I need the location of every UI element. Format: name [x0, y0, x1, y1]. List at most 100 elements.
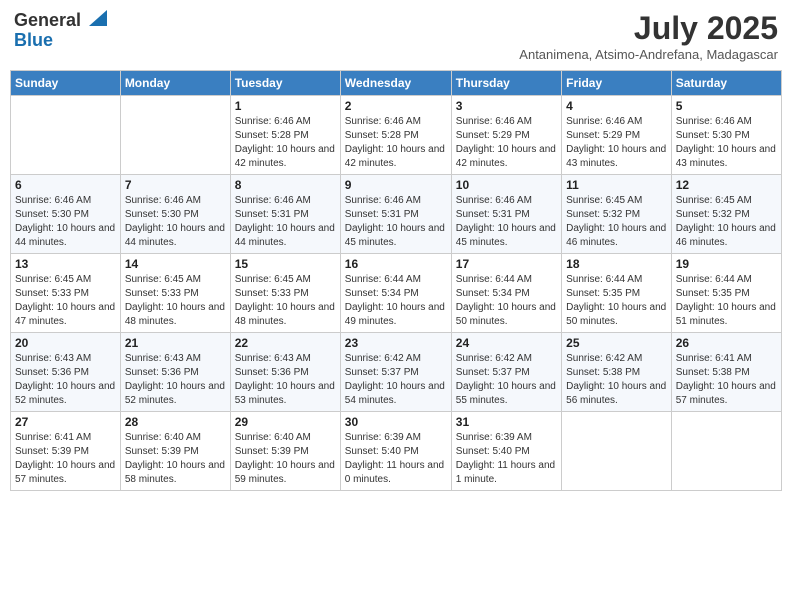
day-number: 26 — [676, 336, 777, 350]
day-info: Sunrise: 6:45 AMSunset: 5:32 PMDaylight:… — [566, 194, 667, 250]
calendar-cell: 25 Sunrise: 6:42 AMSunset: 5:38 PMDayligh… — [562, 333, 672, 412]
calendar-cell: 11 Sunrise: 6:45 AMSunset: 5:32 PMDayligh… — [562, 175, 672, 254]
calendar-cell — [120, 96, 230, 175]
calendar-header-sunday: Sunday — [11, 71, 121, 96]
calendar-header-saturday: Saturday — [671, 71, 781, 96]
day-number: 11 — [566, 178, 667, 192]
day-number: 23 — [345, 336, 447, 350]
day-info: Sunrise: 6:40 AMSunset: 5:39 PMDaylight:… — [235, 431, 336, 487]
day-number: 25 — [566, 336, 667, 350]
day-info: Sunrise: 6:39 AMSunset: 5:40 PMDaylight:… — [456, 431, 557, 487]
calendar-week-row: 1 Sunrise: 6:46 AMSunset: 5:28 PMDaylight… — [11, 96, 782, 175]
calendar-header-monday: Monday — [120, 71, 230, 96]
day-number: 19 — [676, 257, 777, 271]
logo-general: General — [14, 10, 81, 30]
calendar-cell: 14 Sunrise: 6:45 AMSunset: 5:33 PMDayligh… — [120, 254, 230, 333]
title-block: July 2025 Antanimena, Atsimo-Andrefana, … — [519, 10, 778, 62]
logo-blue: Blue — [14, 30, 53, 50]
calendar-header-tuesday: Tuesday — [230, 71, 340, 96]
day-number: 9 — [345, 178, 447, 192]
day-number: 13 — [15, 257, 116, 271]
calendar-cell: 16Sunrise: 6:44 AMSunset: 5:34 PMDayligh… — [340, 254, 451, 333]
day-number: 3 — [456, 99, 557, 113]
day-number: 5 — [676, 99, 777, 113]
calendar-cell: 28Sunrise: 6:40 AMSunset: 5:39 PMDayligh… — [120, 412, 230, 491]
calendar-week-row: 6 Sunrise: 6:46 AMSunset: 5:30 PMDaylight… — [11, 175, 782, 254]
day-number: 24 — [456, 336, 557, 350]
day-number: 8 — [235, 178, 336, 192]
calendar-cell: 24Sunrise: 6:42 AMSunset: 5:37 PMDayligh… — [451, 333, 561, 412]
day-number: 4 — [566, 99, 667, 113]
calendar-cell: 19 Sunrise: 6:44 AMSunset: 5:35 PMDayligh… — [671, 254, 781, 333]
day-number: 22 — [235, 336, 336, 350]
calendar-cell: 23 Sunrise: 6:42 AMSunset: 5:37 PMDayligh… — [340, 333, 451, 412]
day-info: Sunrise: 6:45 AMSunset: 5:33 PMDaylight:… — [15, 273, 116, 329]
calendar-cell: 21 Sunrise: 6:43 AMSunset: 5:36 PMDayligh… — [120, 333, 230, 412]
day-info: Sunrise: 6:42 AMSunset: 5:38 PMDaylight:… — [566, 352, 667, 408]
calendar-cell: 29 Sunrise: 6:40 AMSunset: 5:39 PMDayligh… — [230, 412, 340, 491]
calendar-cell: 17 Sunrise: 6:44 AMSunset: 5:34 PMDayligh… — [451, 254, 561, 333]
day-info: Sunrise: 6:42 AMSunset: 5:37 PMDaylight:… — [345, 352, 447, 408]
calendar-table: SundayMondayTuesdayWednesdayThursdayFrid… — [10, 70, 782, 491]
calendar-cell — [671, 412, 781, 491]
day-info: Sunrise: 6:44 AMSunset: 5:35 PMDaylight:… — [566, 273, 667, 329]
day-info: Sunrise: 6:46 AMSunset: 5:29 PMDaylight:… — [566, 115, 667, 171]
day-number: 7 — [125, 178, 226, 192]
day-info: Sunrise: 6:45 AMSunset: 5:33 PMDaylight:… — [125, 273, 226, 329]
logo: General Blue — [14, 10, 107, 51]
calendar-cell: 22 Sunrise: 6:43 AMSunset: 5:36 PMDayligh… — [230, 333, 340, 412]
day-number: 14 — [125, 257, 226, 271]
day-number: 15 — [235, 257, 336, 271]
day-info: Sunrise: 6:40 AMSunset: 5:39 PMDaylight:… — [125, 431, 226, 487]
calendar-cell: 26 Sunrise: 6:41 AMSunset: 5:38 PMDayligh… — [671, 333, 781, 412]
day-info: Sunrise: 6:46 AMSunset: 5:30 PMDaylight:… — [676, 115, 777, 171]
day-number: 29 — [235, 415, 336, 429]
calendar-cell: 3Sunrise: 6:46 AMSunset: 5:29 PMDaylight… — [451, 96, 561, 175]
calendar-cell: 20 Sunrise: 6:43 AMSunset: 5:36 PMDayligh… — [11, 333, 121, 412]
day-number: 12 — [676, 178, 777, 192]
calendar-cell: 2Sunrise: 6:46 AMSunset: 5:28 PMDaylight… — [340, 96, 451, 175]
logo-triangle-icon — [89, 10, 107, 26]
day-info: Sunrise: 6:46 AMSunset: 5:28 PMDaylight:… — [345, 115, 447, 171]
day-info: Sunrise: 6:46 AMSunset: 5:31 PMDaylight:… — [235, 194, 336, 250]
day-number: 18 — [566, 257, 667, 271]
day-info: Sunrise: 6:43 AMSunset: 5:36 PMDaylight:… — [15, 352, 116, 408]
calendar-cell: 8 Sunrise: 6:46 AMSunset: 5:31 PMDaylight… — [230, 175, 340, 254]
day-info: Sunrise: 6:41 AMSunset: 5:39 PMDaylight:… — [15, 431, 116, 487]
day-info: Sunrise: 6:44 AMSunset: 5:34 PMDaylight:… — [345, 273, 447, 329]
day-number: 20 — [15, 336, 116, 350]
day-number: 31 — [456, 415, 557, 429]
day-info: Sunrise: 6:46 AMSunset: 5:28 PMDaylight:… — [235, 115, 336, 171]
day-number: 1 — [235, 99, 336, 113]
calendar-week-row: 13 Sunrise: 6:45 AMSunset: 5:33 PMDayligh… — [11, 254, 782, 333]
calendar-header-thursday: Thursday — [451, 71, 561, 96]
day-info: Sunrise: 6:46 AMSunset: 5:30 PMDaylight:… — [125, 194, 226, 250]
calendar-cell: 9Sunrise: 6:46 AMSunset: 5:31 PMDaylight… — [340, 175, 451, 254]
day-number: 6 — [15, 178, 116, 192]
calendar-week-row: 20 Sunrise: 6:43 AMSunset: 5:36 PMDayligh… — [11, 333, 782, 412]
calendar-header-friday: Friday — [562, 71, 672, 96]
day-info: Sunrise: 6:39 AMSunset: 5:40 PMDaylight:… — [345, 431, 447, 487]
day-info: Sunrise: 6:41 AMSunset: 5:38 PMDaylight:… — [676, 352, 777, 408]
day-info: Sunrise: 6:43 AMSunset: 5:36 PMDaylight:… — [235, 352, 336, 408]
calendar-cell: 12Sunrise: 6:45 AMSunset: 5:32 PMDayligh… — [671, 175, 781, 254]
day-number: 30 — [345, 415, 447, 429]
month-year-title: July 2025 — [519, 10, 778, 47]
calendar-cell: 4 Sunrise: 6:46 AMSunset: 5:29 PMDaylight… — [562, 96, 672, 175]
calendar-cell: 27Sunrise: 6:41 AMSunset: 5:39 PMDayligh… — [11, 412, 121, 491]
day-number: 17 — [456, 257, 557, 271]
calendar-cell: 6Sunrise: 6:46 AMSunset: 5:30 PMDaylight… — [11, 175, 121, 254]
day-info: Sunrise: 6:45 AMSunset: 5:33 PMDaylight:… — [235, 273, 336, 329]
day-info: Sunrise: 6:44 AMSunset: 5:34 PMDaylight:… — [456, 273, 557, 329]
day-info: Sunrise: 6:43 AMSunset: 5:36 PMDaylight:… — [125, 352, 226, 408]
calendar-cell: 5 Sunrise: 6:46 AMSunset: 5:30 PMDaylight… — [671, 96, 781, 175]
calendar-cell: 15 Sunrise: 6:45 AMSunset: 5:33 PMDayligh… — [230, 254, 340, 333]
day-number: 21 — [125, 336, 226, 350]
calendar-cell — [562, 412, 672, 491]
calendar-header-row: SundayMondayTuesdayWednesdayThursdayFrid… — [11, 71, 782, 96]
calendar-week-row: 27Sunrise: 6:41 AMSunset: 5:39 PMDayligh… — [11, 412, 782, 491]
calendar-cell: 13 Sunrise: 6:45 AMSunset: 5:33 PMDayligh… — [11, 254, 121, 333]
calendar-cell: 18 Sunrise: 6:44 AMSunset: 5:35 PMDayligh… — [562, 254, 672, 333]
calendar-cell — [11, 96, 121, 175]
day-info: Sunrise: 6:44 AMSunset: 5:35 PMDaylight:… — [676, 273, 777, 329]
